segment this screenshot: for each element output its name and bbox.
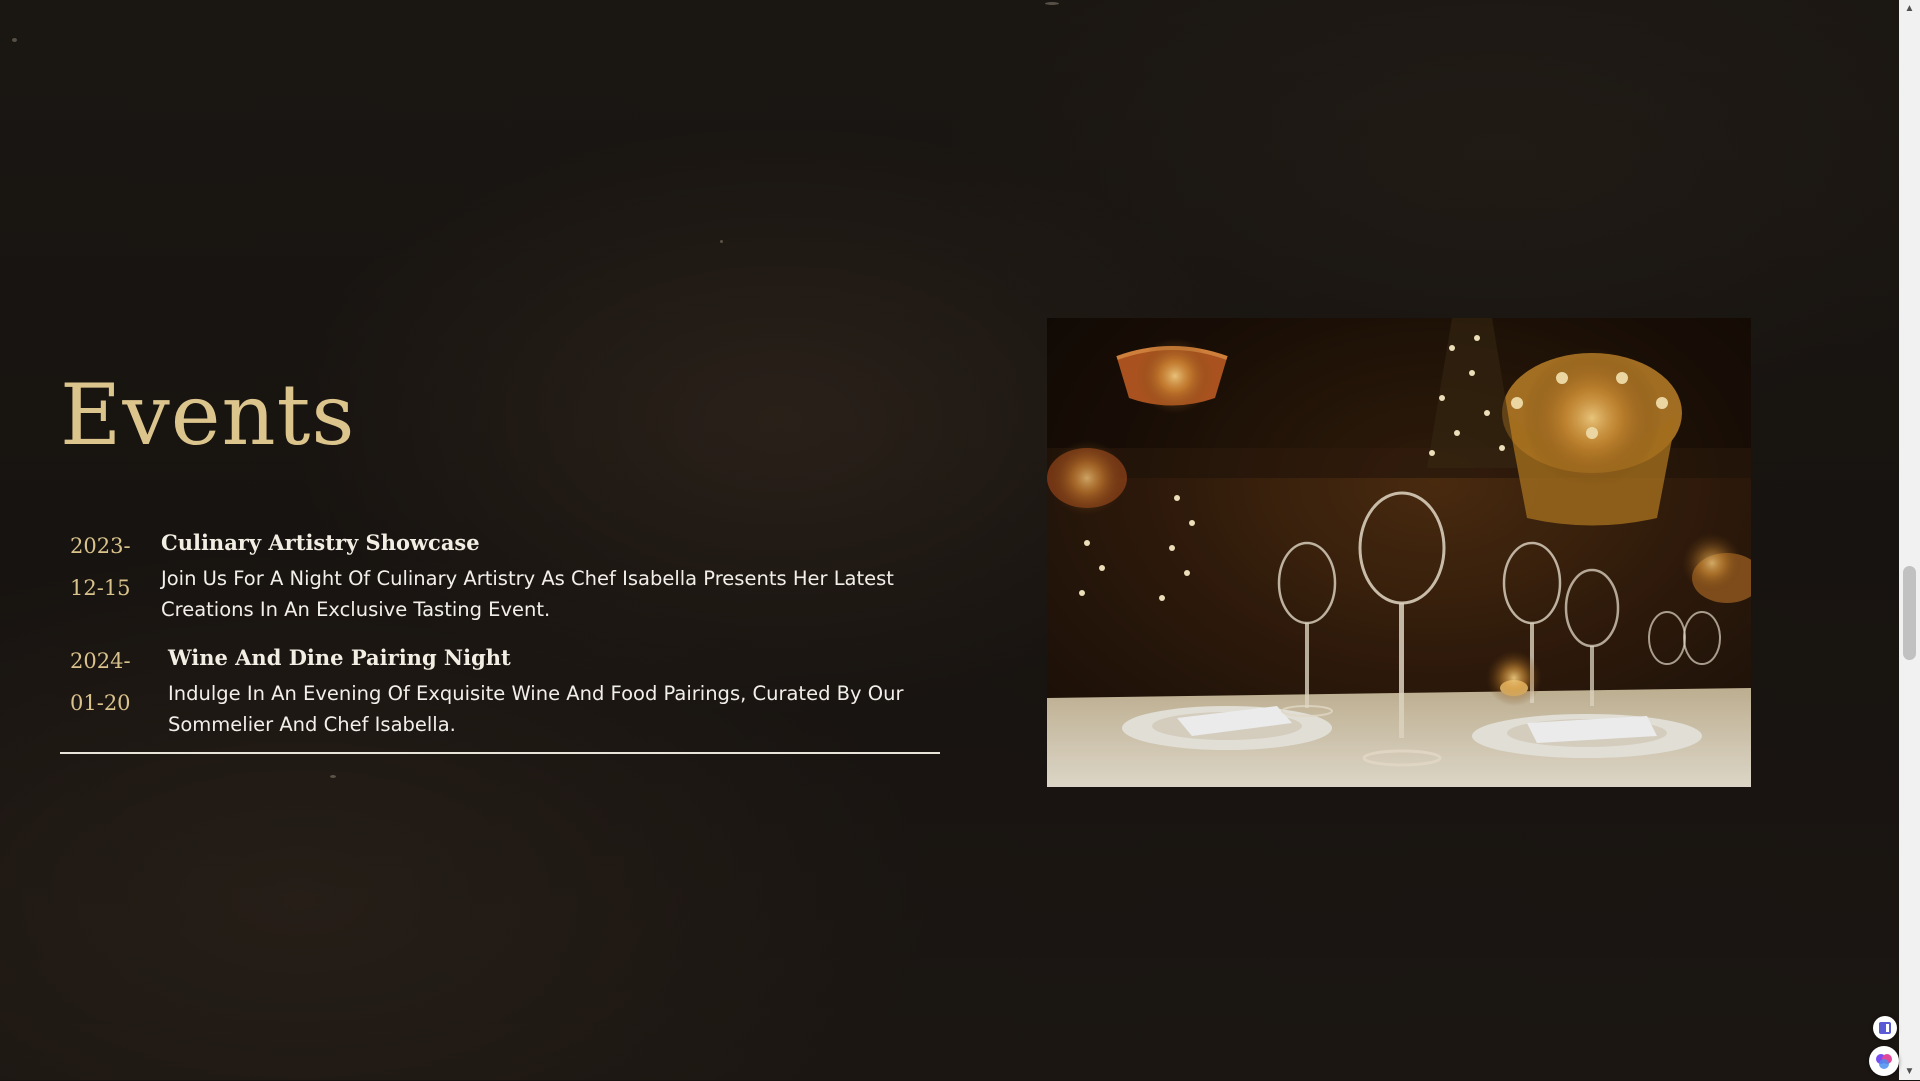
- page-scrollbar[interactable]: ▲ ▼: [1899, 0, 1920, 1080]
- event-date: 2023- 12-15: [70, 525, 150, 609]
- page-background: Events 2023- 12-15 Culinary Artistry Sho…: [0, 0, 1899, 1080]
- restaurant-photo-illustration: [1047, 318, 1751, 787]
- sidebar-panel-button[interactable]: [1873, 1016, 1897, 1040]
- event-date-monthday: 01-20: [70, 691, 131, 715]
- events-divider: [60, 752, 940, 754]
- event-date-year: 2024-: [70, 649, 131, 673]
- dust-speck: [12, 38, 17, 42]
- event-date: 2024- 01-20: [70, 640, 150, 724]
- events-heading: Events: [60, 366, 356, 464]
- assistant-orb-button[interactable]: [1869, 1046, 1899, 1076]
- dust-speck: [1045, 2, 1059, 5]
- event-description: Join Us For A Night Of Culinary Artistry…: [161, 567, 894, 621]
- scrollbar-thumb[interactable]: [1903, 566, 1916, 660]
- scroll-down-arrow-icon[interactable]: ▼: [1899, 1063, 1920, 1080]
- event-title: Wine And Dine Pairing Night: [168, 645, 511, 670]
- restaurant-table-photo: [1047, 318, 1751, 787]
- dust-speck: [720, 240, 723, 243]
- event-description: Indulge In An Evening Of Exquisite Wine …: [168, 682, 904, 736]
- event-date-monthday: 12-15: [70, 576, 131, 600]
- event-date-year: 2023-: [70, 534, 131, 558]
- event-title: Culinary Artistry Showcase: [161, 530, 480, 555]
- scroll-up-arrow-icon[interactable]: ▲: [1899, 0, 1920, 17]
- assistant-orb-icon: [1876, 1054, 1892, 1069]
- dust-speck: [330, 775, 336, 778]
- sidebar-panel-icon: [1879, 1022, 1891, 1034]
